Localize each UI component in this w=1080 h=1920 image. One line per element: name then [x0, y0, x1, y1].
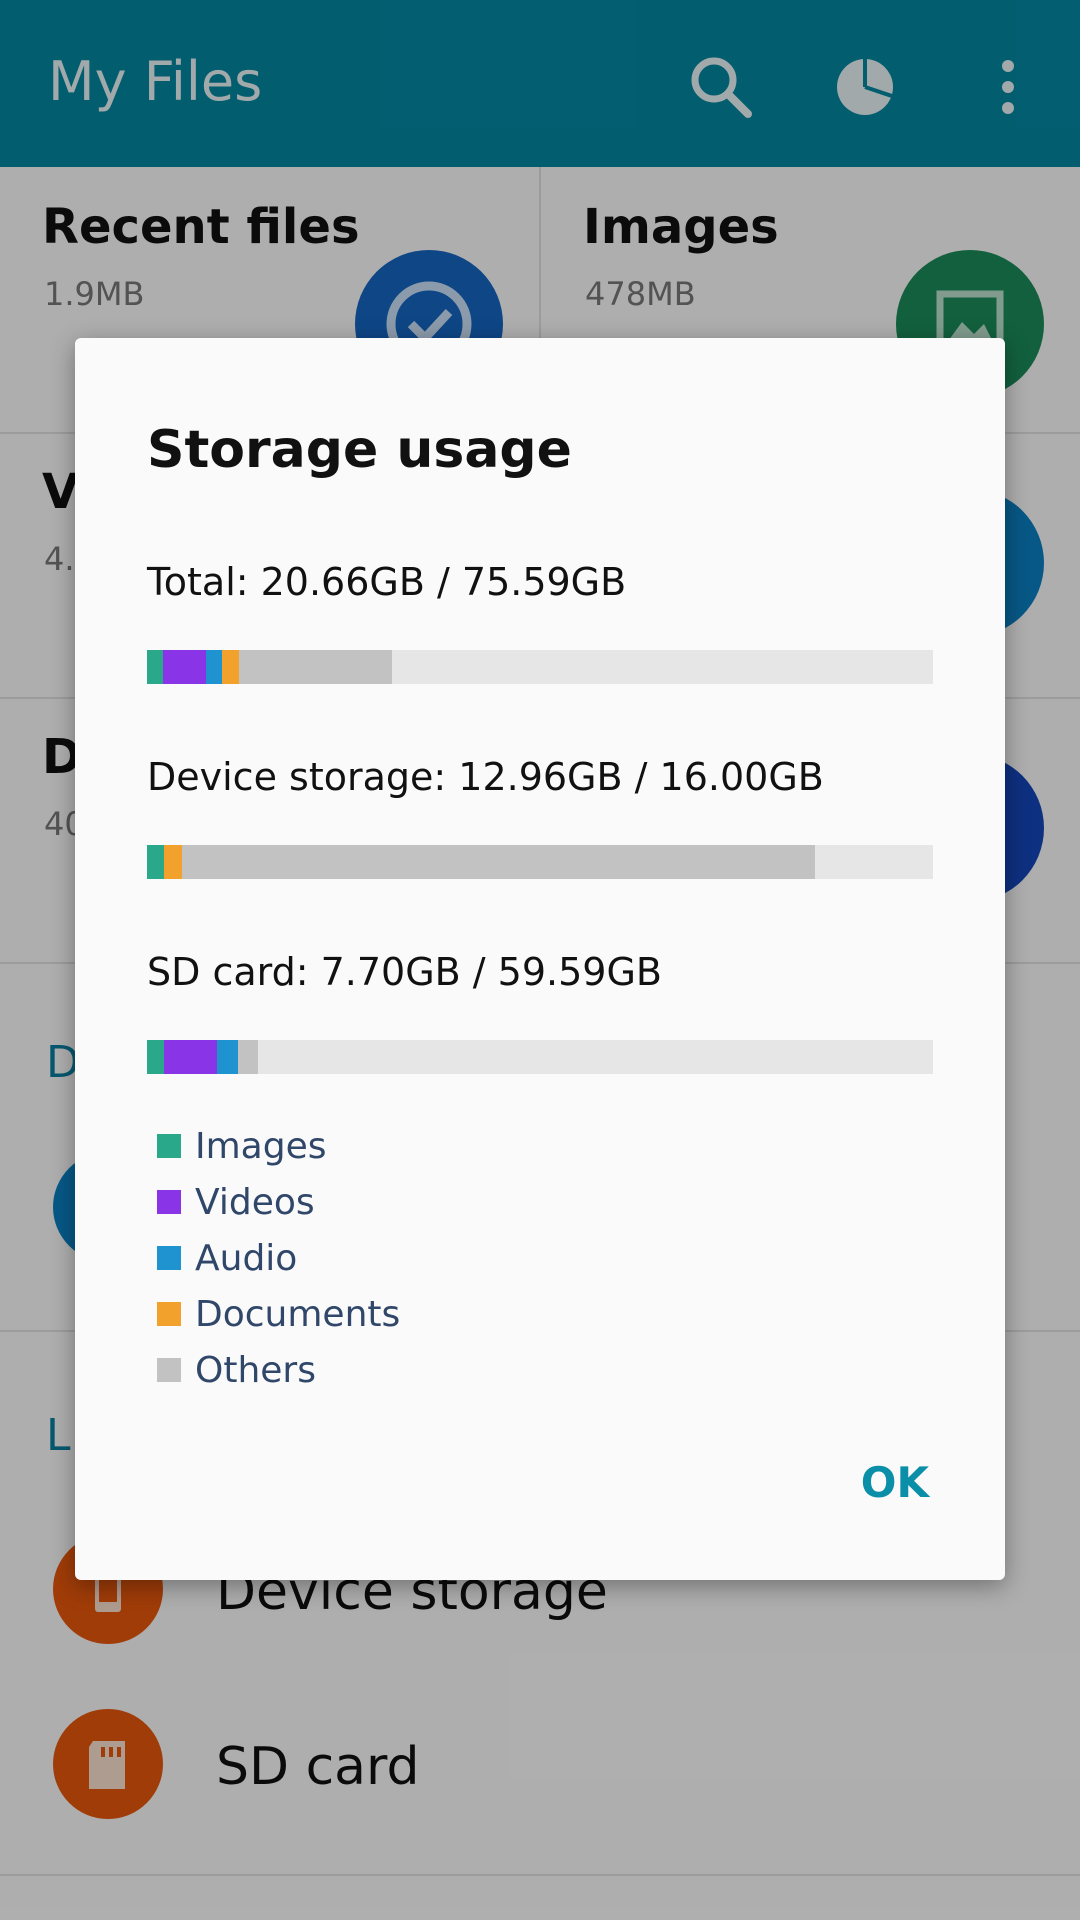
bar-segment-documents: [164, 845, 183, 879]
bar-segment-images: [147, 650, 163, 684]
bar-segment-others: [238, 650, 393, 684]
legend-item-audio: Audio: [157, 1230, 400, 1286]
bar-segment-audio: [205, 650, 222, 684]
sd-card-label: SD card: 7.70GB / 59.59GB: [147, 950, 662, 994]
total-usage-bar: [147, 650, 933, 684]
device-storage-bar: [147, 845, 933, 879]
swatch-audio: [157, 1246, 181, 1270]
legend-label: Documents: [195, 1293, 401, 1335]
bar-segment-videos: [162, 650, 206, 684]
ok-button[interactable]: OK: [851, 1450, 939, 1515]
bar-segment-videos: [164, 1040, 217, 1074]
swatch-videos: [157, 1190, 181, 1214]
total-usage-label: Total: 20.66GB / 75.59GB: [147, 560, 627, 604]
bar-segment-others: [238, 1040, 258, 1074]
dialog-title: Storage usage: [147, 420, 572, 480]
bar-segment-others: [182, 845, 816, 879]
legend-label: Images: [195, 1125, 327, 1167]
legend-item-images: Images: [157, 1118, 400, 1174]
legend-label: Others: [195, 1349, 316, 1391]
bar-segment-images: [147, 845, 165, 879]
legend-item-videos: Videos: [157, 1174, 400, 1230]
legend-label: Audio: [195, 1237, 298, 1279]
swatch-documents: [157, 1302, 181, 1326]
sd-card-bar: [147, 1040, 933, 1074]
bar-segment-documents: [221, 650, 239, 684]
bar-segment-audio: [216, 1040, 239, 1074]
legend: Images Videos Audio Documents Others: [157, 1118, 400, 1398]
legend-item-documents: Documents: [157, 1286, 400, 1342]
storage-usage-dialog: Storage usage Total: 20.66GB / 75.59GB D…: [75, 338, 1005, 1580]
legend-label: Videos: [195, 1181, 315, 1223]
legend-item-others: Others: [157, 1342, 400, 1398]
swatch-others: [157, 1358, 181, 1382]
bar-segment-images: [147, 1040, 165, 1074]
device-storage-label: Device storage: 12.96GB / 16.00GB: [147, 755, 824, 799]
swatch-images: [157, 1134, 181, 1158]
